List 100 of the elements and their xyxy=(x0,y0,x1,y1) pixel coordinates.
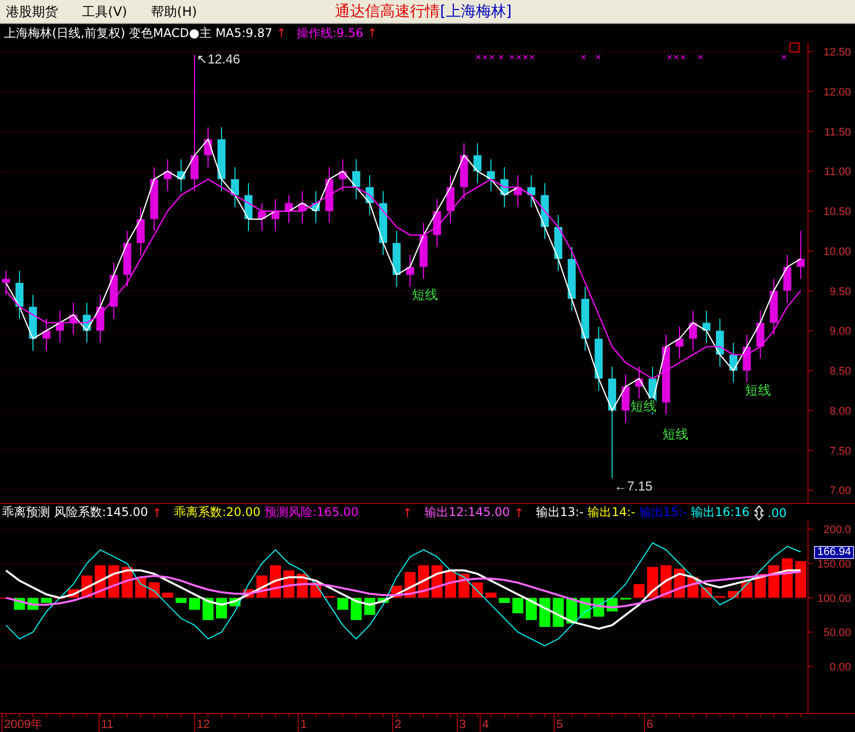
legend-text: 乖离预测 xyxy=(2,504,50,521)
histogram-bar xyxy=(768,565,780,598)
candlestick xyxy=(258,202,266,232)
axis-label: 8.00 xyxy=(830,405,851,418)
candlestick xyxy=(96,294,104,344)
candlestick xyxy=(554,214,562,272)
legend-text: .00 xyxy=(768,506,787,520)
candlestick xyxy=(284,194,293,224)
candlestick xyxy=(28,294,37,352)
menu-item[interactable]: 帮助(H) xyxy=(145,2,209,20)
histogram-bar xyxy=(378,598,389,603)
axis-label: 10.00 xyxy=(823,246,851,258)
candlestick xyxy=(581,286,590,352)
cross-mark: × xyxy=(698,52,704,64)
candlestick xyxy=(42,318,50,352)
candlestick xyxy=(742,334,751,384)
menu-item[interactable]: 港股期货 xyxy=(0,2,70,20)
candlestick xyxy=(56,310,64,344)
cross-mark: × xyxy=(516,52,522,64)
candlestick xyxy=(514,174,522,208)
histogram-bar xyxy=(350,598,362,620)
cross-mark: × xyxy=(781,52,788,64)
app-title: 通达信高速行情 xyxy=(334,2,440,20)
candlestick xyxy=(406,254,414,288)
cross-mark: × xyxy=(680,52,686,64)
axis-label: 10.50 xyxy=(823,206,851,218)
histogram-bar xyxy=(498,598,510,603)
legend-text: 输出15:- xyxy=(639,504,687,521)
candlestick xyxy=(770,278,778,336)
cross-mark: × xyxy=(580,52,586,64)
signal-label: 短线 xyxy=(412,286,438,302)
axis-label: 8.50 xyxy=(830,366,851,378)
legend-text: 输出14:- xyxy=(588,504,636,521)
date-label: 4 xyxy=(482,717,489,731)
candlestick xyxy=(635,366,644,400)
candlestick xyxy=(136,206,145,256)
candlestick xyxy=(716,318,724,368)
up-arrow: ↑ xyxy=(514,506,524,520)
axis-label: 7.50 xyxy=(830,445,851,458)
up-arrow: ↑ xyxy=(367,26,378,40)
date-label: 11 xyxy=(100,717,114,731)
signal-label: 短线 xyxy=(662,426,689,442)
date-label: 3 xyxy=(459,717,466,731)
histogram-bar xyxy=(647,566,658,598)
candlestick xyxy=(420,222,428,280)
up-arrow: ↑ xyxy=(402,506,413,520)
legend-text: 输出12:145.00 xyxy=(424,504,510,521)
histogram-bar xyxy=(539,598,550,627)
candlestick xyxy=(312,190,320,224)
price-label: ←7.15 xyxy=(614,478,652,494)
signal-label: 短线 xyxy=(744,382,771,398)
histogram-bar xyxy=(620,598,632,600)
legend-text: 预测风险:165.00 xyxy=(264,504,359,521)
candlestick xyxy=(460,142,468,200)
candlestick xyxy=(366,174,374,216)
axis-label: 12.50 xyxy=(823,46,851,59)
histogram-bar xyxy=(176,598,187,603)
axis-label: 100.00 xyxy=(817,592,851,605)
histogram-bar xyxy=(148,582,160,598)
cross-mark: × xyxy=(509,52,515,64)
date-label: 1 xyxy=(300,717,308,731)
candlestick xyxy=(379,190,388,256)
stock-title: [上海梅林] xyxy=(440,2,512,20)
date-label: 2009年 xyxy=(4,717,43,731)
candlestick xyxy=(527,174,536,208)
date-label: 12 xyxy=(196,717,210,731)
legend-text: 操作线:9.56 xyxy=(296,24,364,42)
candlestick xyxy=(69,302,78,336)
date-label: 6 xyxy=(646,717,654,731)
candlestick xyxy=(594,326,603,392)
legend-text: 乖离系数:20.00 xyxy=(174,504,260,521)
candlestick xyxy=(150,166,158,232)
candlestick xyxy=(231,166,239,208)
candlestick xyxy=(702,310,710,344)
histogram-bar xyxy=(485,592,496,598)
candlestick xyxy=(540,182,549,240)
cross-mark: × xyxy=(475,52,482,64)
histogram-bar xyxy=(472,582,483,598)
candlestick xyxy=(325,166,334,224)
candlestick xyxy=(796,230,805,280)
candlestick xyxy=(177,158,186,192)
candlestick xyxy=(2,270,10,296)
date-label: 2 xyxy=(394,717,402,731)
price-label: ↖12.46 xyxy=(196,52,240,67)
candlestick xyxy=(622,374,630,423)
histogram-bar xyxy=(337,598,348,610)
histogram-bar xyxy=(526,598,537,620)
cross-mark: × xyxy=(595,52,602,64)
histogram-bar xyxy=(634,584,645,598)
candlestick xyxy=(110,262,118,320)
candlestick xyxy=(446,174,454,224)
histogram-bar xyxy=(162,592,174,598)
menu-item[interactable]: 工具(V) xyxy=(76,2,140,20)
axis-label: 50.00 xyxy=(823,627,851,640)
legend-text: MA5:9.87 xyxy=(215,26,272,40)
axis-label: 150.00 xyxy=(817,558,851,571)
cross-mark: × xyxy=(488,52,495,64)
window-toggle-icon[interactable] xyxy=(790,42,800,52)
candlestick xyxy=(204,126,212,168)
candlestick xyxy=(756,310,764,360)
